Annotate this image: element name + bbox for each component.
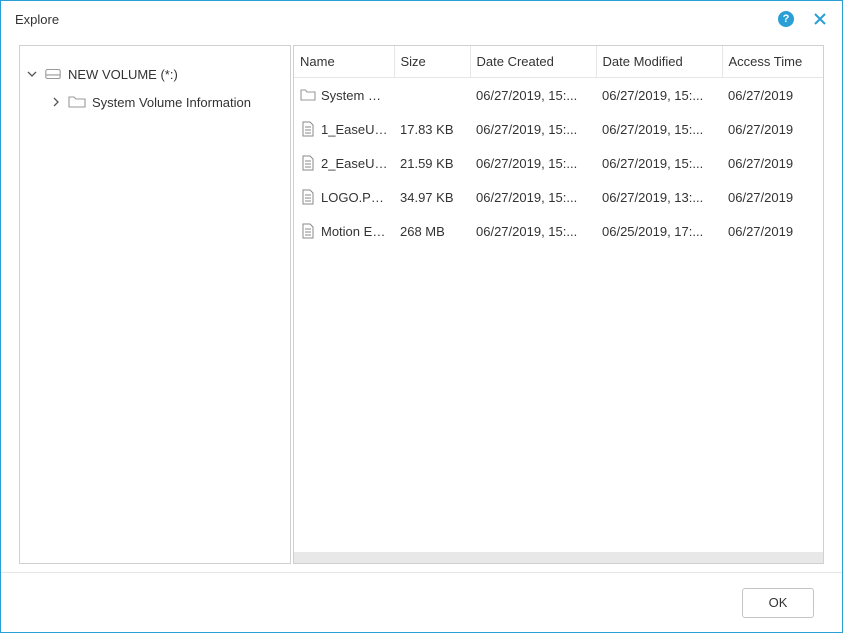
horizontal-scrollbar[interactable] [294,552,823,563]
file-body-space [294,248,823,552]
file-panel: Name Size Date Created Date Modified Acc… [293,45,824,564]
window-title: Explore [15,12,778,27]
file-modified: 06/27/2019, 15:... [596,112,722,146]
table-row[interactable]: 1_EaseUS_...17.83 KB06/27/2019, 15:...06… [294,112,823,146]
file-table: Name Size Date Created Date Modified Acc… [294,46,823,248]
file-size: 34.97 KB [394,180,470,214]
file-name: 2_EaseUS_... [321,156,388,171]
chevron-down-icon [26,69,38,79]
explore-window: Explore ? NEW VOLUME (*:) [0,0,843,633]
ok-button[interactable]: OK [742,588,814,618]
file-created: 06/27/2019, 15:... [470,214,596,248]
table-row[interactable]: System Volume Information 06/27/2019, 15:… [294,78,823,113]
help-icon[interactable]: ? [778,11,794,27]
file-icon [300,189,316,205]
file-access: 06/27/2019 [722,112,823,146]
file-icon [300,223,316,239]
file-access: 06/27/2019 [722,146,823,180]
col-header-created[interactable]: Date Created [470,46,596,78]
tree-item-label: System Volume Information [92,95,251,110]
tree-panel: NEW VOLUME (*:) System Volume Informatio… [19,45,291,564]
tree-root-label: NEW VOLUME (*:) [68,67,178,82]
file-name: LOGO.PNG [321,190,388,205]
file-access: 06/27/2019 [722,78,823,113]
chevron-right-icon [50,97,62,107]
file-size: 268 MB [394,214,470,248]
file-name: System Volume Information [321,88,388,103]
table-row[interactable]: LOGO.PNG34.97 KB06/27/2019, 15:...06/27/… [294,180,823,214]
file-created: 06/27/2019, 15:... [470,112,596,146]
tree-root-volume[interactable]: NEW VOLUME (*:) [26,60,284,88]
file-size: 21.59 KB [394,146,470,180]
file-created: 06/27/2019, 15:... [470,78,596,113]
file-created: 06/27/2019, 15:... [470,146,596,180]
file-name: 1_EaseUS_... [321,122,388,137]
table-header-row: Name Size Date Created Date Modified Acc… [294,46,823,78]
close-icon[interactable] [812,11,828,27]
file-modified: 06/25/2019, 17:... [596,214,722,248]
titlebar-controls: ? [778,11,828,27]
file-size [394,78,470,113]
file-access: 06/27/2019 [722,214,823,248]
file-modified: 06/27/2019, 13:... [596,180,722,214]
tree-item-sysvolinfo[interactable]: System Volume Information [26,88,284,116]
table-row[interactable]: 2_EaseUS_...21.59 KB06/27/2019, 15:...06… [294,146,823,180]
table-row[interactable]: Motion Ele...268 MB06/27/2019, 15:...06/… [294,214,823,248]
file-created: 06/27/2019, 15:... [470,180,596,214]
col-header-modified[interactable]: Date Modified [596,46,722,78]
file-modified: 06/27/2019, 15:... [596,146,722,180]
file-size: 17.83 KB [394,112,470,146]
titlebar: Explore ? [1,1,842,37]
col-header-access[interactable]: Access Time [722,46,823,78]
folder-icon [68,95,86,109]
file-icon [300,155,316,171]
file-modified: 06/27/2019, 15:... [596,78,722,113]
footer: OK [1,572,842,632]
folder-icon [300,87,316,103]
content-area: NEW VOLUME (*:) System Volume Informatio… [1,37,842,572]
col-header-size[interactable]: Size [394,46,470,78]
file-access: 06/27/2019 [722,180,823,214]
col-header-name[interactable]: Name [294,46,394,78]
drive-icon [44,67,62,81]
file-icon [300,121,316,137]
file-name: Motion Ele... [321,224,388,239]
